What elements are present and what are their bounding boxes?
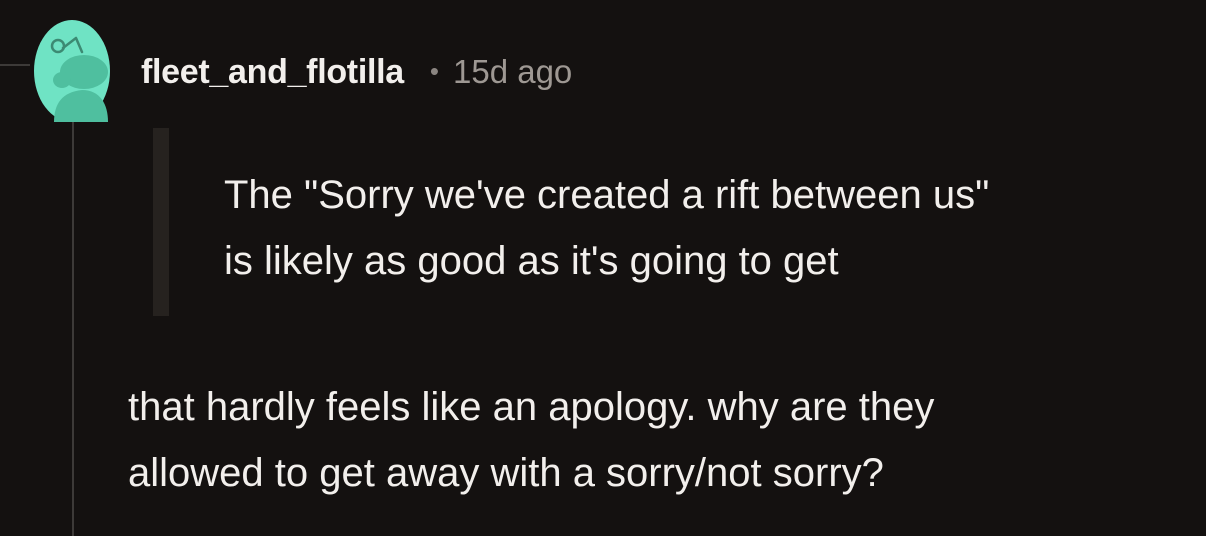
snoo-avatar-icon: [34, 20, 110, 122]
timestamp[interactable]: 15d ago: [453, 53, 572, 91]
comment-body-line: allowed to get away with a sorry/not sor…: [128, 451, 884, 495]
meta-separator: •: [429, 55, 439, 86]
username-link[interactable]: fleet_and_flotilla: [141, 53, 404, 92]
blockquote-line: The "Sorry we've created a rift between …: [224, 173, 990, 217]
comment-header: fleet_and_flotilla • 15d ago: [141, 50, 572, 94]
comment-body-line: that hardly feels like an apology. why a…: [128, 385, 935, 429]
blockquote: The "Sorry we've created a rift between …: [224, 162, 1184, 294]
thread-line[interactable]: [72, 118, 74, 536]
parent-thread-connector: [0, 0, 30, 66]
comment-body: that hardly feels like an apology. why a…: [128, 374, 1188, 506]
blockquote-line: is likely as good as it's going to get: [224, 239, 839, 283]
avatar[interactable]: [32, 18, 112, 124]
blockquote-bar: [153, 128, 169, 316]
